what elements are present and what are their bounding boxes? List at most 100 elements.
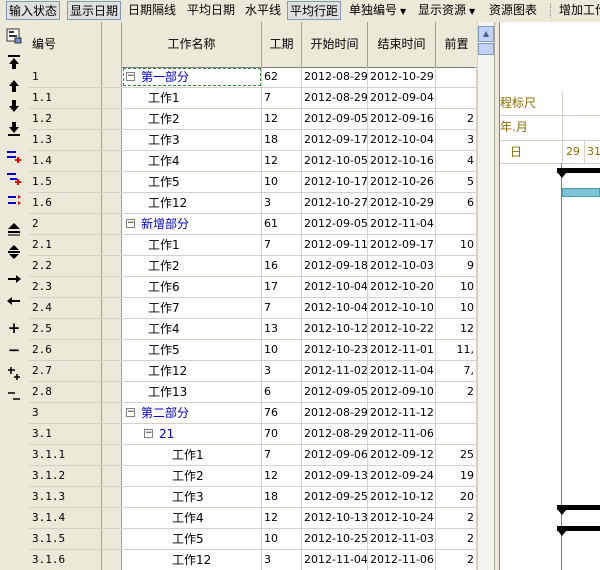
column-header-end[interactable]: 结束时间 [368,22,436,67]
row-id-cell[interactable]: 2.3 [29,277,102,297]
predecessor-cell[interactable]: 6 [436,193,477,213]
input-status-button[interactable]: 输入状态 [6,1,61,20]
predecessor-cell[interactable] [436,403,477,423]
start-date-cell[interactable]: 2012-10-23 [302,340,368,360]
duration-cell[interactable]: 7 [262,235,302,255]
row-id-cell[interactable]: 2.8 [29,382,102,402]
table-row[interactable]: 2.7 工作12 3 2012-11-02 2012-11-04 7, [29,361,477,382]
start-date-cell[interactable]: 2012-09-18 [302,256,368,276]
row-id-cell[interactable]: 1.6 [29,193,102,213]
task-name-cell[interactable]: 工作12 [122,361,262,381]
end-date-cell[interactable]: 2012-10-29 [368,193,436,213]
table-row[interactable]: 3− 第二部分 76 2012-08-29 2012-11-12 [29,403,477,424]
table-row[interactable]: 2.1 工作1 7 2012-09-11 2012-09-17 10 [29,235,477,256]
table-row[interactable]: 1.2 工作2 12 2012-09-05 2012-09-16 2 [29,109,477,130]
row-indicator-cell[interactable] [102,424,122,444]
column-header-start[interactable]: 开始时间 [302,22,368,67]
row-indicator-cell[interactable] [102,130,122,150]
start-date-cell[interactable]: 2012-10-25 [302,529,368,549]
table-row[interactable]: 1.6 工作12 3 2012-10-27 2012-10-29 6 [29,193,477,214]
start-date-cell[interactable]: 2012-09-11 [302,235,368,255]
start-date-cell[interactable]: 2012-09-05 [302,109,368,129]
table-row[interactable]: 3.1.5 工作5 10 2012-10-25 2012-11-03 2 [29,529,477,550]
row-indicator-cell[interactable] [102,487,122,507]
move-up-icon[interactable] [4,76,24,96]
row-indicator-cell[interactable] [102,466,122,486]
duration-cell[interactable]: 76 [262,403,302,423]
task-name-cell[interactable]: − 新增部分 [122,214,262,234]
end-date-cell[interactable]: 2012-09-16 [368,109,436,129]
end-date-cell[interactable]: 2012-10-10 [368,298,436,318]
row-indicator-cell[interactable] [102,67,122,87]
column-header-duration[interactable]: 工期 [262,22,302,67]
duration-cell[interactable]: 6 [262,382,302,402]
zoom-in-icon[interactable]: + [4,318,24,338]
table-row[interactable]: 2.6 工作5 10 2012-10-23 2012-11-01 11, [29,340,477,361]
end-date-cell[interactable]: 2012-10-03 [368,256,436,276]
move-to-top-icon[interactable] [4,52,24,72]
end-date-cell[interactable]: 2012-10-20 [368,277,436,297]
end-date-cell[interactable]: 2012-11-12 [368,403,436,423]
row-id-cell[interactable]: 3.1.3 [29,487,102,507]
insert-child-icon[interactable] [4,168,24,188]
duration-cell[interactable]: 7 [262,445,302,465]
row-indicator-cell[interactable] [102,88,122,108]
table-row[interactable]: 3.1.2 工作2 12 2012-09-13 2012-09-24 19 [29,466,477,487]
start-date-cell[interactable]: 2012-11-04 [302,550,368,570]
task-name-cell[interactable]: 工作5 [122,529,262,549]
horizontal-line-button[interactable]: 水平线 [243,1,283,20]
task-name-cell[interactable]: 工作5 [122,340,262,360]
layout-icon[interactable] [4,26,24,46]
row-indicator-cell[interactable] [102,382,122,402]
row-id-cell[interactable]: 1.5 [29,172,102,192]
start-date-cell[interactable]: 2012-09-17 [302,130,368,150]
collapse-toggle-icon[interactable]: − [126,219,135,228]
gantt-summary-bar[interactable] [557,505,600,517]
row-indicator-cell[interactable] [102,214,122,234]
table-row[interactable]: 2.8 工作13 6 2012-09-05 2012-09-10 2 [29,382,477,403]
start-date-cell[interactable]: 2012-08-29 [302,67,368,87]
row-indicator-cell[interactable] [102,403,122,423]
move-to-bottom-icon[interactable] [4,119,24,139]
remove-subtask-icon[interactable] [4,385,24,405]
gantt-summary-bar[interactable] [557,526,600,538]
row-indicator-cell[interactable] [102,361,122,381]
end-date-cell[interactable]: 2012-09-04 [368,88,436,108]
end-date-cell[interactable]: 2012-11-04 [368,214,436,234]
gantt-summary-bar[interactable] [557,168,600,180]
predecessor-cell[interactable]: 10 [436,235,477,255]
table-row[interactable]: 3.1.1 工作1 7 2012-09-06 2012-09-12 25 [29,445,477,466]
predecessor-cell[interactable]: 7, [436,361,477,381]
start-date-cell[interactable]: 2012-10-27 [302,193,368,213]
task-name-cell[interactable]: − 第二部分 [122,403,262,423]
table-row[interactable]: 2.2 工作2 16 2012-09-18 2012-10-03 9 [29,256,477,277]
start-date-cell[interactable]: 2012-09-05 [302,214,368,234]
predecessor-cell[interactable]: 19 [436,466,477,486]
row-id-cell[interactable]: 2 [29,214,102,234]
collapse-toggle-icon[interactable]: − [144,429,153,438]
task-name-cell[interactable]: 工作4 [122,319,262,339]
start-date-cell[interactable]: 2012-10-04 [302,298,368,318]
predecessor-cell[interactable]: 5 [436,172,477,192]
start-date-cell[interactable]: 2012-10-17 [302,172,368,192]
collapse-all-icon[interactable] [4,219,24,239]
duration-cell[interactable]: 7 [262,298,302,318]
end-date-cell[interactable]: 2012-11-06 [368,550,436,570]
table-row[interactable]: 1.5 工作5 10 2012-10-17 2012-10-26 5 [29,172,477,193]
duration-cell[interactable]: 13 [262,319,302,339]
predecessor-cell[interactable] [436,88,477,108]
table-row[interactable]: 2.4 工作7 7 2012-10-04 2012-10-10 10 [29,298,477,319]
predecessor-cell[interactable] [436,214,477,234]
average-date-button[interactable]: 平均日期 [185,1,237,20]
end-date-cell[interactable]: 2012-11-04 [368,361,436,381]
row-id-cell[interactable]: 1.2 [29,109,102,129]
task-name-cell[interactable]: 工作1 [122,235,262,255]
grid-vertical-scrollbar[interactable]: ▲ [477,22,495,570]
move-down-icon[interactable] [4,96,24,116]
predecessor-cell[interactable]: 2 [436,508,477,528]
start-date-cell[interactable]: 2012-08-29 [302,403,368,423]
predecessor-cell[interactable]: 20 [436,487,477,507]
show-date-button[interactable]: 显示日期 [67,1,122,20]
row-id-cell[interactable]: 2.7 [29,361,102,381]
row-indicator-cell[interactable] [102,529,122,549]
